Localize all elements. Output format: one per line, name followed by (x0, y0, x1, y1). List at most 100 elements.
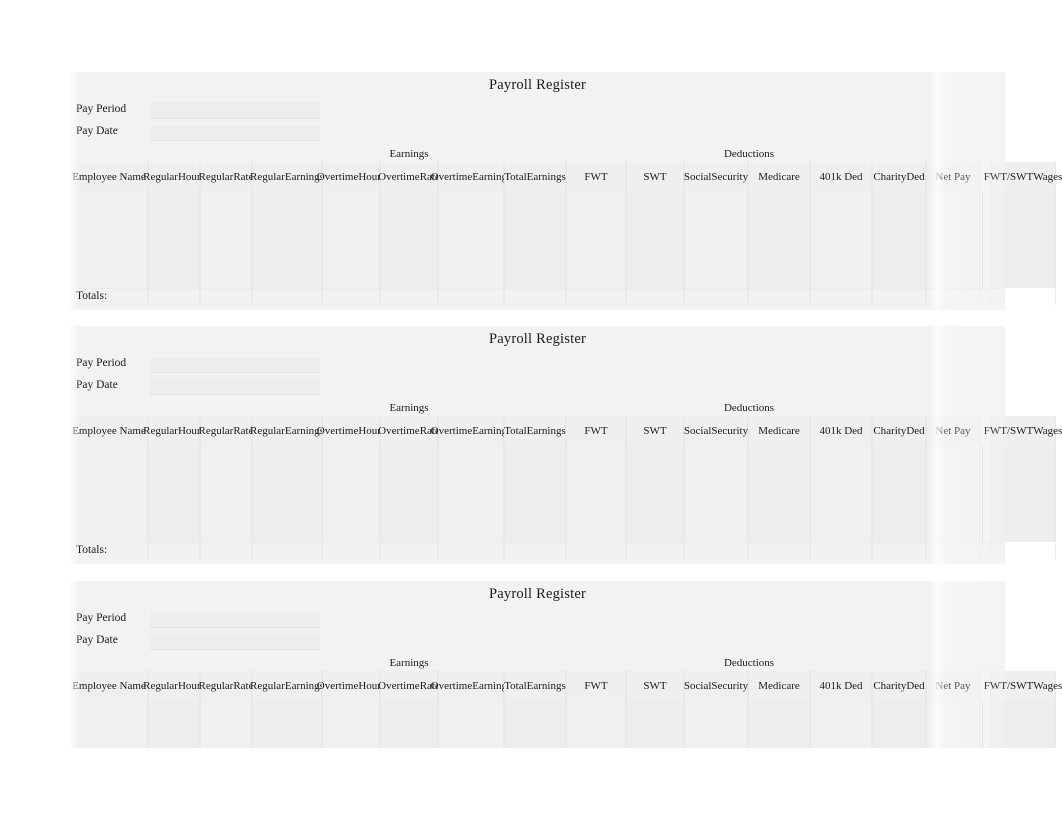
column-header-fwt[interactable]: FWT (566, 416, 626, 446)
table-cell-overtime-hours[interactable] (322, 701, 380, 748)
column-header-charity-ded[interactable]: Charity Ded (872, 162, 926, 192)
column-header-fwt-swt-wages[interactable]: FWT/SWT Wages (984, 162, 1062, 192)
totals-cell-charity-ded[interactable] (872, 289, 926, 305)
pay-period-input[interactable] (150, 612, 320, 628)
column-header-regular-hours[interactable]: Regular Hours (143, 671, 205, 701)
column-header-fwt[interactable]: FWT (566, 162, 626, 192)
totals-cell-net-pay[interactable] (926, 289, 980, 305)
column-header-swt[interactable]: SWT (626, 671, 684, 701)
table-cell-overtime-earnings[interactable] (438, 701, 504, 748)
column-header-overtime-hours[interactable]: Overtime Hours (317, 162, 385, 192)
table-cell-overtime-hours[interactable] (322, 192, 380, 288)
table-cell-total-earnings[interactable] (504, 446, 566, 542)
column-header-charity-ded[interactable]: Charity Ded (872, 671, 926, 701)
column-header-fwt[interactable]: FWT (566, 671, 626, 701)
table-cell-fwt-swt-wages[interactable] (990, 446, 1056, 542)
pay-date-input[interactable] (150, 125, 320, 141)
table-cell-401k-ded[interactable] (810, 446, 872, 542)
totals-cell-regular-hours[interactable] (148, 289, 200, 305)
totals-cell-overtime-earnings[interactable] (438, 543, 504, 559)
column-header-overtime-earnings[interactable]: Overtime Earnings (431, 416, 511, 446)
table-cell-401k-ded[interactable] (810, 701, 872, 748)
column-header-employee-name[interactable]: Employee Name (70, 416, 148, 446)
totals-cell-fwt[interactable] (566, 543, 626, 559)
table-cell-net-pay[interactable] (926, 701, 980, 748)
column-header-medicare[interactable]: Medicare (748, 671, 810, 701)
totals-cell-overtime-hours[interactable] (322, 289, 380, 305)
table-cell-regular-rate[interactable] (200, 701, 252, 748)
column-header-401k-ded[interactable]: 401k Ded (810, 671, 872, 701)
column-header-social-security[interactable]: Social Security (684, 162, 748, 192)
totals-cell-total-earnings[interactable] (504, 543, 566, 559)
pay-date-input[interactable] (150, 634, 320, 650)
table-cell-regular-earnings[interactable] (252, 701, 322, 748)
table-cell-social-security[interactable] (684, 446, 748, 542)
column-header-overtime-hours[interactable]: Overtime Hours (317, 416, 385, 446)
table-cell-charity-ded[interactable] (872, 192, 926, 288)
table-cell-overtime-rate[interactable] (380, 446, 438, 542)
totals-cell-overtime-rate[interactable] (380, 543, 438, 559)
table-cell-regular-rate[interactable] (200, 446, 252, 542)
table-cell-total-earnings[interactable] (504, 192, 566, 288)
column-header-swt[interactable]: SWT (626, 162, 684, 192)
table-cell-fwt[interactable] (566, 446, 626, 542)
table-cell-swt[interactable] (626, 701, 684, 748)
column-header-regular-hours[interactable]: Regular Hours (143, 416, 205, 446)
table-cell-overtime-rate[interactable] (380, 192, 438, 288)
column-header-overtime-rate[interactable]: Overtime Rate (378, 162, 440, 192)
table-cell-employee-name[interactable] (70, 192, 148, 288)
table-cell-regular-hours[interactable] (148, 701, 200, 748)
table-cell-medicare[interactable] (748, 192, 810, 288)
totals-cell-401k-ded[interactable] (810, 289, 872, 305)
column-header-employee-name[interactable]: Employee Name (70, 162, 148, 192)
table-cell-medicare[interactable] (748, 701, 810, 748)
column-header-regular-earnings[interactable]: Regular Earnings (250, 162, 324, 192)
totals-cell-overtime-earnings[interactable] (438, 289, 504, 305)
column-header-total-earnings[interactable]: Total Earnings (504, 671, 566, 701)
table-cell-401k-ded[interactable] (810, 192, 872, 288)
column-header-medicare[interactable]: Medicare (748, 416, 810, 446)
pay-period-input[interactable] (150, 103, 320, 119)
column-header-regular-rate[interactable]: Regular Rate (199, 162, 254, 192)
table-cell-fwt-swt-wages[interactable] (990, 192, 1056, 288)
totals-cell-fwt-swt-wages[interactable] (990, 289, 1056, 305)
totals-cell-401k-ded[interactable] (810, 543, 872, 559)
table-cell-fwt-swt-wages[interactable] (990, 701, 1056, 748)
column-header-overtime-rate[interactable]: Overtime Rate (378, 416, 440, 446)
pay-date-input[interactable] (150, 379, 320, 395)
totals-cell-fwt-swt-wages[interactable] (990, 543, 1056, 559)
totals-cell-social-security[interactable] (684, 543, 748, 559)
table-cell-employee-name[interactable] (70, 446, 148, 542)
column-header-charity-ded[interactable]: Charity Ded (872, 416, 926, 446)
table-cell-overtime-rate[interactable] (380, 701, 438, 748)
table-cell-employee-name[interactable] (70, 701, 148, 748)
table-cell-regular-earnings[interactable] (252, 446, 322, 542)
totals-cell-fwt[interactable] (566, 289, 626, 305)
table-cell-overtime-hours[interactable] (322, 446, 380, 542)
column-header-medicare[interactable]: Medicare (748, 162, 810, 192)
column-header-overtime-earnings[interactable]: Overtime Earnings (431, 671, 511, 701)
column-header-regular-hours[interactable]: Regular Hours (143, 162, 205, 192)
column-header-overtime-earnings[interactable]: Overtime Earnings (431, 162, 511, 192)
table-cell-regular-rate[interactable] (200, 192, 252, 288)
totals-cell-net-pay[interactable] (926, 543, 980, 559)
column-header-401k-ded[interactable]: 401k Ded (810, 162, 872, 192)
column-header-social-security[interactable]: Social Security (684, 671, 748, 701)
column-header-fwt-swt-wages[interactable]: FWT/SWT Wages (984, 671, 1062, 701)
table-cell-charity-ded[interactable] (872, 446, 926, 542)
column-header-total-earnings[interactable]: Total Earnings (504, 162, 566, 192)
totals-cell-medicare[interactable] (748, 543, 810, 559)
totals-cell-charity-ded[interactable] (872, 543, 926, 559)
totals-cell-total-earnings[interactable] (504, 289, 566, 305)
totals-cell-overtime-rate[interactable] (380, 289, 438, 305)
totals-cell-regular-earnings[interactable] (252, 543, 322, 559)
column-header-regular-rate[interactable]: Regular Rate (199, 416, 254, 446)
column-header-total-earnings[interactable]: Total Earnings (504, 416, 566, 446)
column-header-social-security[interactable]: Social Security (684, 416, 748, 446)
table-cell-net-pay[interactable] (926, 446, 980, 542)
table-cell-swt[interactable] (626, 446, 684, 542)
totals-cell-swt[interactable] (626, 289, 684, 305)
column-header-swt[interactable]: SWT (626, 416, 684, 446)
column-header-overtime-rate[interactable]: Overtime Rate (378, 671, 440, 701)
table-cell-total-earnings[interactable] (504, 701, 566, 748)
